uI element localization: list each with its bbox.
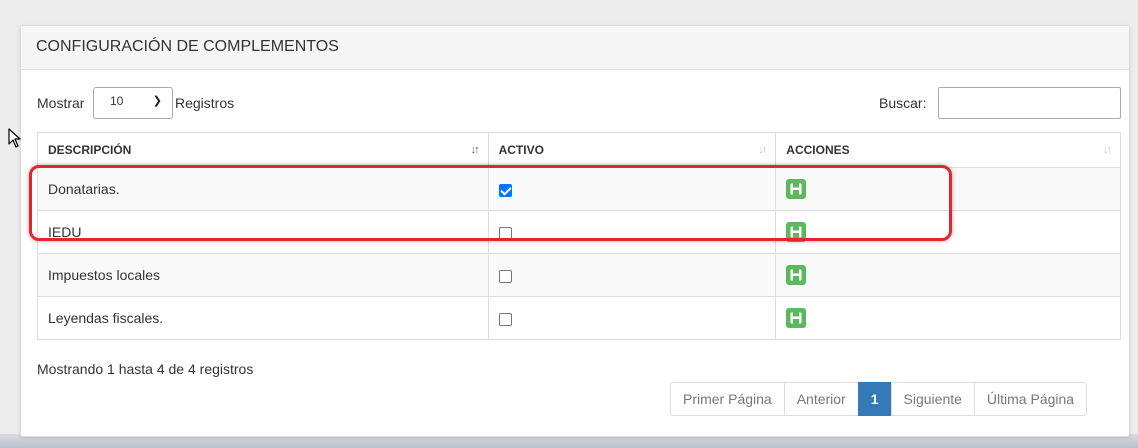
column-header-activo[interactable]: ACTIVO ↓↑: [487, 132, 777, 168]
table-row: Donatarias.: [37, 167, 1121, 211]
cell-acciones: [775, 253, 1121, 297]
previous-page-button[interactable]: Anterior: [783, 382, 859, 416]
search-label: Buscar:: [879, 95, 927, 111]
save-button[interactable]: [786, 308, 807, 328]
panel-title: CONFIGURACIÓN DE COMPLEMENTOS: [21, 26, 1129, 70]
cell-acciones: [775, 210, 1121, 254]
cell-descripcion: IEDU: [37, 210, 489, 254]
pagination: Primer Página Anterior 1 Siguiente Últim…: [670, 382, 1088, 416]
active-checkbox[interactable]: [498, 183, 512, 197]
table-row: Leyendas fiscales.: [37, 296, 1121, 340]
table-body: Donatarias. IEDU Impuestos locales Leyendas…: [37, 167, 1121, 340]
active-checkbox[interactable]: [498, 226, 512, 240]
cell-descripcion: Impuestos locales: [37, 253, 489, 297]
table-header-row: DESCRIPCIÓN ↓↑ ACTIVO ↓↑ ACCIONES ↓↑: [37, 132, 1121, 168]
table-row: Impuestos locales: [37, 253, 1121, 297]
cell-activo: [487, 253, 777, 297]
table-row: IEDU: [37, 210, 1121, 254]
cell-acciones: [775, 296, 1121, 340]
column-header-label: ACCIONES: [786, 143, 850, 157]
active-checkbox[interactable]: [498, 269, 512, 283]
length-suffix: Registros: [175, 95, 235, 111]
active-checkbox[interactable]: [498, 312, 512, 326]
length-label: Mostrar: [37, 95, 85, 111]
sort-icon: ↓↑: [1103, 144, 1112, 156]
column-header-acciones[interactable]: ACCIONES ↓↑: [775, 132, 1121, 168]
mouse-pointer-icon: [8, 128, 21, 148]
cell-descripcion: Leyendas fiscales.: [37, 296, 489, 340]
floppy-disk-icon: [790, 269, 802, 281]
first-page-button[interactable]: Primer Página: [670, 382, 785, 416]
table-info: Mostrando 1 hasta 4 de 4 registros: [37, 361, 254, 377]
plugins-table: DESCRIPCIÓN ↓↑ ACTIVO ↓↑ ACCIONES ↓↑ Don…: [37, 132, 1121, 340]
last-page-button[interactable]: Última Página: [973, 382, 1088, 416]
column-header-label: ACTIVO: [498, 143, 544, 157]
next-page-button[interactable]: Siguiente: [890, 382, 975, 416]
column-header-descripcion[interactable]: DESCRIPCIÓN ↓↑: [37, 132, 489, 168]
cell-descripcion: Donatarias.: [37, 167, 489, 211]
cell-acciones: [775, 167, 1121, 211]
chevron-down-icon: ❯: [152, 95, 162, 107]
cell-activo: [487, 210, 777, 254]
save-button[interactable]: [786, 222, 807, 242]
search-input[interactable]: [938, 87, 1121, 119]
current-page-button[interactable]: 1: [857, 382, 892, 416]
save-button[interactable]: [786, 265, 807, 285]
cell-activo: [487, 296, 777, 340]
sort-asc-icon: ↓↑: [470, 144, 480, 156]
save-button[interactable]: [786, 179, 807, 199]
page-length-select[interactable]: 10 ❯: [93, 87, 173, 119]
cell-activo: [487, 167, 777, 211]
floppy-disk-icon: [790, 183, 802, 195]
plugins-config-panel: CONFIGURACIÓN DE COMPLEMENTOS Mostrar 10…: [20, 25, 1130, 437]
floppy-disk-icon: [790, 312, 802, 324]
page-length-value: 10: [110, 94, 124, 108]
sort-icon: ↓↑: [758, 144, 767, 156]
floppy-disk-icon: [790, 226, 802, 238]
column-header-label: DESCRIPCIÓN: [48, 143, 132, 157]
